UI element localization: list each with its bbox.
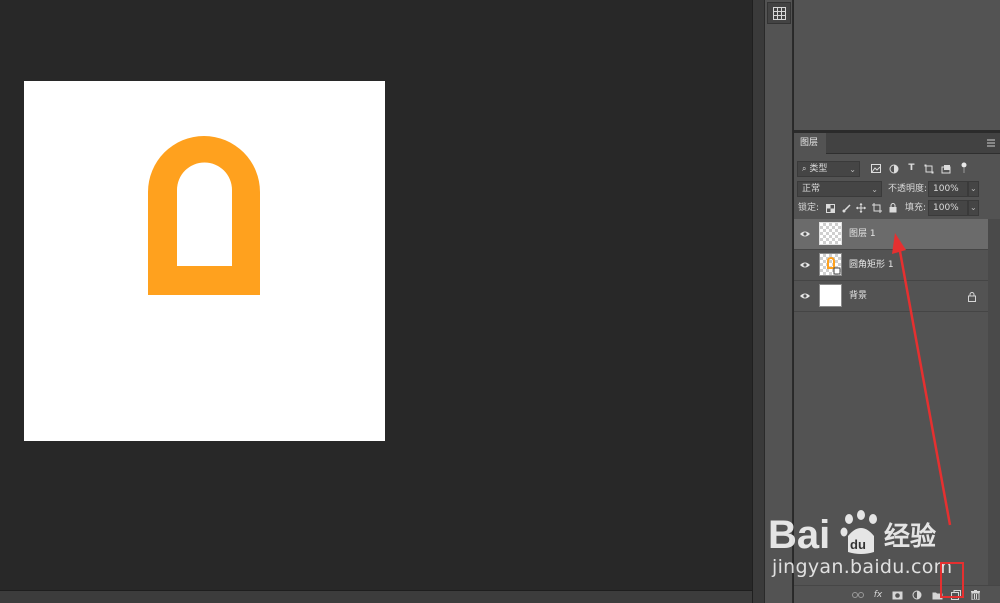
opacity-value: 100% [933, 184, 959, 194]
layer-thumbnail [819, 284, 842, 307]
svg-text:Bai: Bai [768, 513, 830, 556]
document-canvas[interactable] [24, 81, 385, 441]
layer-thumbnail [819, 253, 842, 276]
visibility-eye-icon[interactable] [800, 261, 810, 269]
layer-name[interactable]: 背景 [849, 281, 867, 312]
layer-row-rounded-rect[interactable]: 圆角矩形 1 [794, 250, 988, 281]
filter-toggle-icon[interactable] [960, 162, 968, 174]
layers-tab-bar: 图层 [794, 133, 1000, 154]
lock-row: 锁定: 填充: 100% ⌄ [794, 199, 1000, 219]
blend-row: 正常 ⌄ 不透明度: 100% ⌄ [794, 179, 1000, 199]
visibility-eye-icon[interactable] [800, 230, 810, 238]
visibility-eye-icon[interactable] [800, 292, 810, 300]
layer-name[interactable]: 图层 1 [849, 219, 876, 250]
tab-layers[interactable]: 图层 [794, 133, 826, 154]
fill-value: 100% [933, 203, 959, 213]
panel-divider[interactable] [752, 0, 765, 603]
jingyan-logo-text: 经验 [884, 522, 937, 552]
delete-layer-trash-icon[interactable] [969, 589, 981, 601]
blend-mode-value: 正常 [802, 184, 821, 194]
blend-mode-select[interactable]: 正常 ⌄ [797, 181, 882, 197]
opacity-dropdown[interactable]: ⌄ [968, 181, 979, 197]
filter-smart-object-icon[interactable] [940, 163, 951, 174]
watermark-url: jingyan.baidu.com [772, 556, 953, 578]
lock-label: 锁定: [798, 203, 820, 213]
chevron-down-icon: ⌄ [871, 185, 878, 194]
horizontal-scrollbar[interactable] [0, 590, 752, 603]
rounded-rect-shape [148, 136, 260, 295]
opacity-label: 不透明度: [888, 184, 928, 194]
grid-panel-button[interactable] [767, 2, 791, 24]
filter-kind-select[interactable]: ⌕ 类型 ⌄ [797, 161, 860, 177]
filter-adjustment-icon[interactable] [888, 163, 899, 174]
svg-text:du: du [850, 537, 866, 552]
search-icon: ⌕ [802, 164, 807, 173]
layer-thumbnail [819, 222, 842, 245]
fill-dropdown[interactable]: ⌄ [968, 200, 979, 216]
panel-menu-icon[interactable] [986, 138, 996, 148]
canvas-workspace[interactable] [0, 0, 752, 590]
add-mask-icon[interactable] [891, 589, 903, 601]
chevron-down-icon: ⌄ [970, 203, 977, 212]
upper-panel-area [794, 0, 1000, 130]
layer-row-background[interactable]: 背景 [794, 281, 988, 312]
lock-icon [968, 292, 976, 302]
filter-type-icon[interactable]: T [906, 162, 917, 174]
filter-shape-icon[interactable] [923, 163, 934, 174]
lock-all-icon[interactable] [888, 203, 898, 213]
photoshop-window: 图层 ⌕ 类型 ⌄ T 正常 ⌄ 不透明度: 100% ⌄ 锁定: 填充: 10… [0, 0, 1000, 603]
fill-field[interactable]: 100% [928, 200, 968, 216]
layer-name[interactable]: 圆角矩形 1 [849, 250, 894, 281]
lock-artboard-icon[interactable] [872, 203, 882, 213]
filter-row: ⌕ 类型 ⌄ T [794, 159, 1000, 179]
grid-icon [772, 6, 786, 20]
link-layers-icon[interactable] [852, 589, 864, 601]
annotation-highlight-box [940, 562, 964, 598]
layer-style-fx-icon[interactable]: fx [872, 589, 884, 601]
shape-thumbnail-icon [827, 257, 841, 275]
filter-pixel-icon[interactable] [870, 163, 881, 174]
chevron-down-icon: ⌄ [849, 165, 856, 174]
fill-label: 填充: [905, 203, 927, 213]
filter-kind-value: 类型 [809, 164, 828, 174]
baidu-jingyan-watermark: Bai du 经验 jingyan.baidu.com [768, 498, 1000, 590]
lock-transparent-icon[interactable] [825, 203, 835, 213]
opacity-field[interactable]: 100% [928, 181, 968, 197]
adjustment-layer-icon[interactable] [911, 589, 923, 601]
chevron-down-icon: ⌄ [970, 184, 977, 193]
lock-pixels-brush-icon[interactable] [841, 203, 851, 213]
lock-position-move-icon[interactable] [856, 203, 866, 213]
layer-row-layer1[interactable]: 图层 1 [794, 219, 988, 250]
